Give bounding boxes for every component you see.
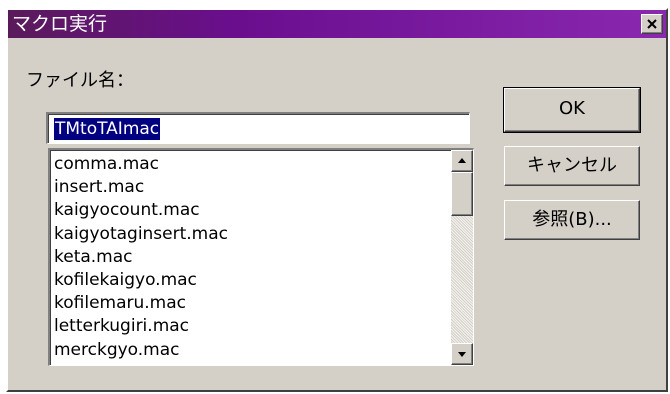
filename-input-value: TMtoTAImac <box>54 118 161 140</box>
window-title: マクロ実行 <box>12 13 108 35</box>
filename-input[interactable]: TMtoTAImac <box>46 112 470 144</box>
close-icon <box>647 19 657 29</box>
scroll-up-button[interactable] <box>451 150 473 172</box>
scroll-thumb[interactable] <box>451 172 473 216</box>
close-button[interactable] <box>641 14 663 34</box>
ok-button[interactable]: OK <box>503 87 641 133</box>
scroll-down-button[interactable] <box>451 343 473 365</box>
list-item[interactable]: kaigyotaginsert.mac <box>54 223 228 246</box>
macro-run-dialog: マクロ実行 ファイル名： TMtoTAImac comma.mac insert… <box>6 8 668 392</box>
list-item[interactable]: kaigyocount.mac <box>54 199 228 222</box>
list-item[interactable]: merckgyo.mac <box>54 339 228 362</box>
cancel-button[interactable]: キャンセル <box>504 146 640 186</box>
arrow-up-icon <box>458 158 466 163</box>
vertical-scrollbar[interactable] <box>451 150 473 365</box>
file-list: comma.mac insert.mac kaigyocount.mac kai… <box>54 153 228 362</box>
list-item[interactable]: kofilemaru.mac <box>54 292 228 315</box>
list-item[interactable]: keta.mac <box>54 246 228 269</box>
file-listbox[interactable]: comma.mac insert.mac kaigyocount.mac kai… <box>48 148 474 366</box>
list-item[interactable]: comma.mac <box>54 153 228 176</box>
filename-label: ファイル名： <box>26 70 134 91</box>
browse-button[interactable]: 参照(B)... <box>504 200 640 240</box>
list-item[interactable]: letterkugiri.mac <box>54 315 228 338</box>
arrow-down-icon <box>458 352 466 357</box>
list-item[interactable]: insert.mac <box>54 176 228 199</box>
list-item[interactable]: kofilekaigyo.mac <box>54 269 228 292</box>
title-bar[interactable]: マクロ実行 <box>8 10 666 38</box>
